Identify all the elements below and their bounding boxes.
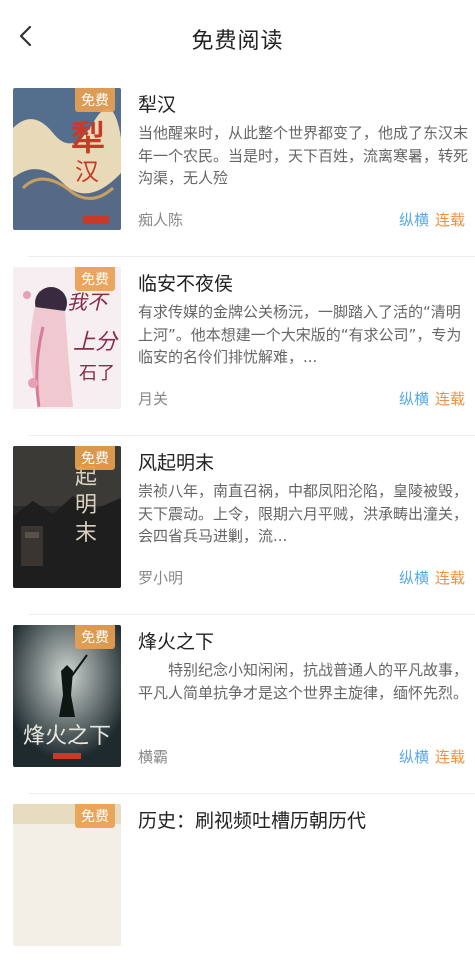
book-author: 月关 [138,390,169,408]
status-tag: 连载 [434,211,465,229]
book-item[interactable]: 起 明 末 免费 风起明末 崇祯八年，南直召祸，中都凤阳沦陷，皇陵被毁，天下震动… [13,436,475,615]
free-badge: 免费 [75,446,115,470]
book-title[interactable]: 风起明末 [138,448,214,475]
book-cover[interactable]: 犁 汉 免费 [13,88,121,230]
book-description: 当他醒来时，从此整个世界都变了，他成了东汉末年一个农民。当是时，天下百姓，流离寒… [138,124,468,187]
status-tag: 连载 [434,748,465,766]
genre-tag: 纵横 [398,390,429,408]
chevron-left-icon [16,25,36,51]
genre-tag: 纵横 [398,211,429,229]
svg-text:犁: 犁 [71,119,105,159]
book-cover[interactable]: 免费 [13,804,121,946]
svg-text:汉: 汉 [75,158,99,186]
book-item[interactable]: 犁 汉 免费 犁汉 当他醒来时，从此整个世界都变了，他成了东汉末年一个农民。当是… [13,78,475,257]
book-tags: 纵横 连载 [399,567,465,588]
svg-text:烽火之下: 烽火之下 [23,724,111,749]
book-title[interactable]: 犁汉 [138,90,176,117]
top-bar: 免费阅读 [0,0,475,78]
book-description: 有求传媒的金牌公关杨沅，一脚踏入了活的“清明上河”。他本想建一个大宋版的“有求公… [138,303,462,366]
book-tags: 纵横 连载 [399,209,465,230]
status-tag: 连载 [434,390,465,408]
book-tags: 纵横 连载 [399,388,465,409]
free-badge: 免费 [75,267,115,291]
free-badge: 免费 [75,88,115,112]
back-button[interactable] [8,20,44,56]
book-cover[interactable]: 起 明 末 免费 [13,446,121,588]
book-tags: 纵横 连载 [399,746,465,767]
book-author: 痴人陈 [138,211,184,229]
svg-text:上分: 上分 [73,330,119,355]
book-author: 罗小明 [138,569,184,587]
genre-tag: 纵横 [398,748,429,766]
svg-text:明: 明 [75,493,97,518]
svg-text:末: 末 [75,521,97,546]
book-cover[interactable]: 我不 上分 石了 免费 [13,267,121,409]
book-description: 特别纪念小知闲闲，抗战普通人的平凡故事，平凡人简单抗争才是这个世界主旋律，缅怀先… [138,661,468,702]
page-title: 免费阅读 [191,29,284,54]
book-list: 犁 汉 免费 犁汉 当他醒来时，从此整个世界都变了，他成了东汉末年一个农民。当是… [0,78,475,972]
book-cover[interactable]: 烽火之下 免费 [13,625,121,767]
book-item[interactable]: 烽火之下 免费 烽火之下 特别纪念小知闲闲，抗战普通人的平凡故事，平凡人简单抗争… [13,615,475,794]
svg-text:石了: 石了 [79,363,115,384]
svg-text:我不: 我不 [67,290,110,314]
genre-tag: 纵横 [398,569,429,587]
book-item[interactable]: 免费 历史：刷视频吐槽历朝历代 [13,794,475,972]
book-title[interactable]: 临安不夜侯 [138,269,233,296]
free-badge: 免费 [75,625,115,649]
book-author: 横霸 [138,748,169,766]
free-badge: 免费 [75,804,115,828]
status-tag: 连载 [434,569,465,587]
book-title[interactable]: 烽火之下 [138,627,214,654]
book-item[interactable]: 我不 上分 石了 免费 临安不夜侯 有求传媒的金牌公关杨沅，一脚踏入了活的“清明… [13,257,475,436]
book-description: 崇祯八年，南直召祸，中都凤阳沦陷，皇陵被毁，天下震动。上令，限期六月平贼，洪承畴… [138,482,468,545]
